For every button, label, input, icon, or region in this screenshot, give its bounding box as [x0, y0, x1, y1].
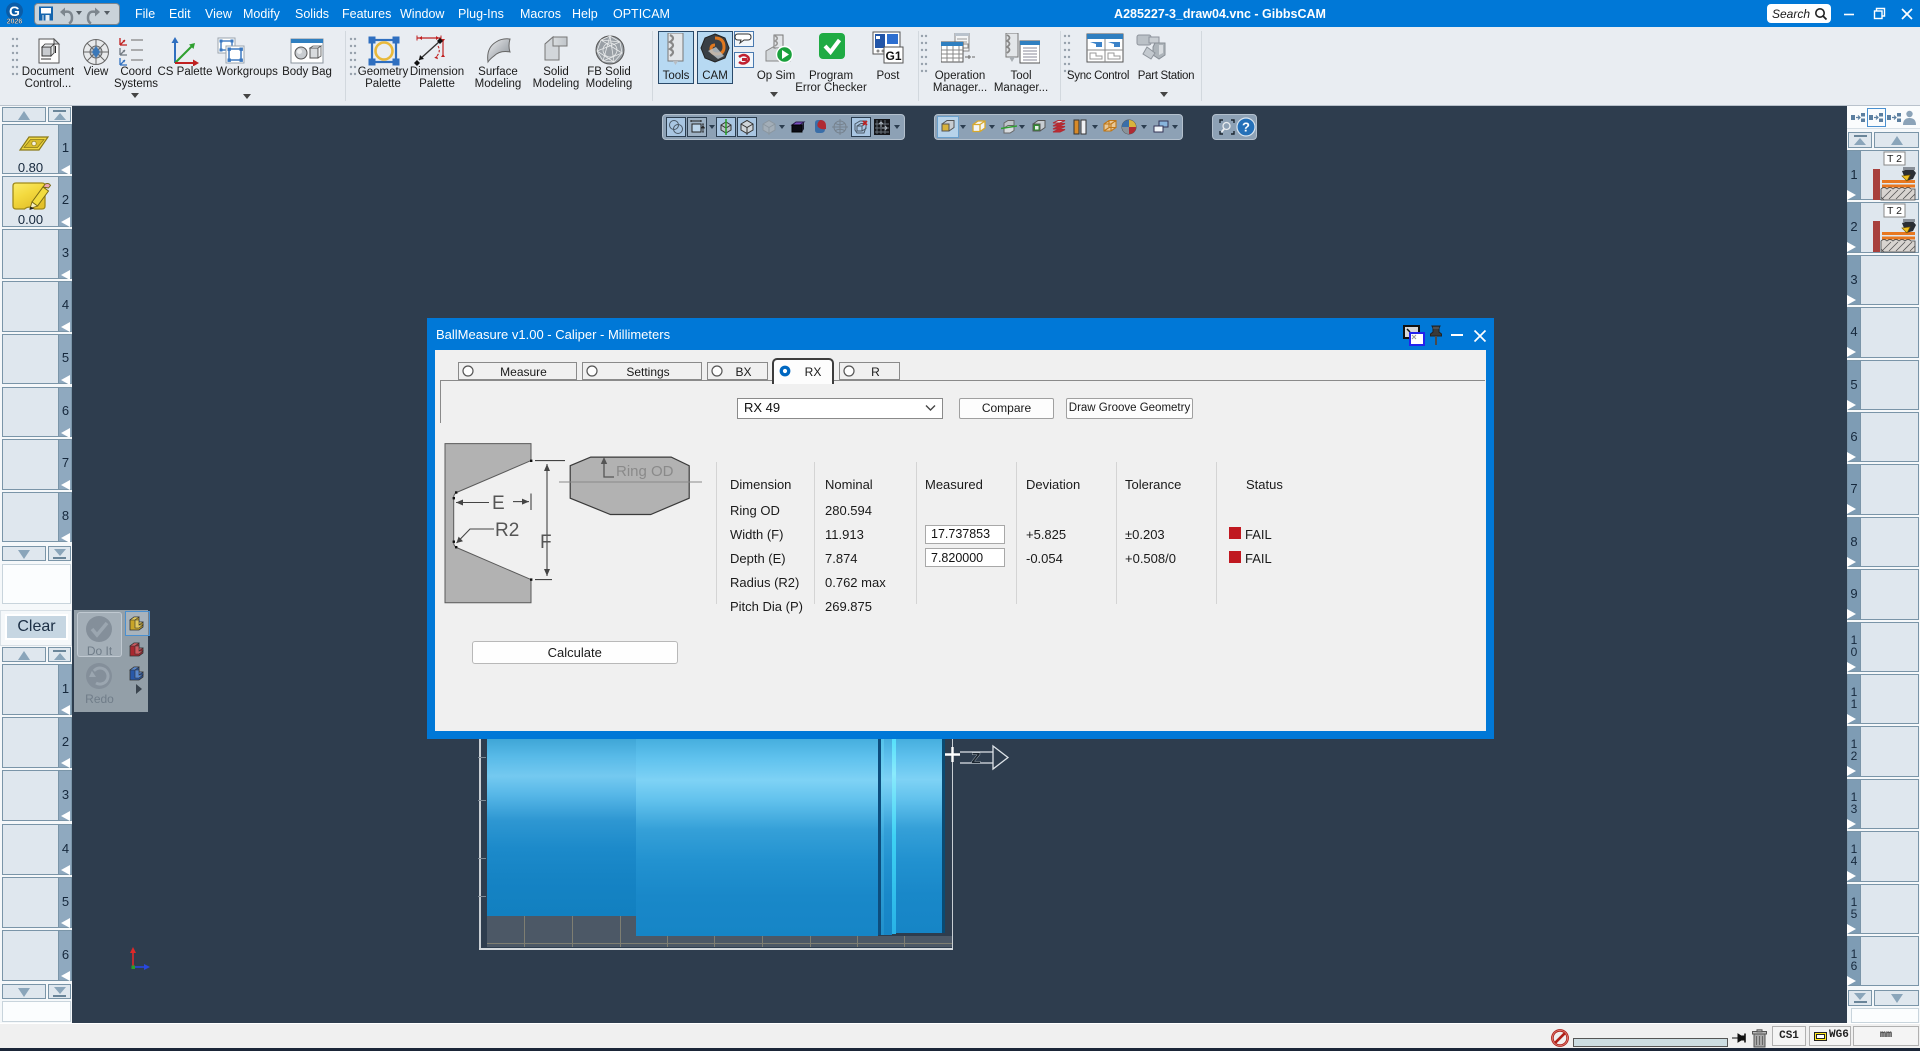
svg-text:E: E — [492, 493, 505, 514]
svg-text:Z: Z — [971, 750, 980, 767]
svg-text:G: G — [9, 3, 20, 19]
svg-text:?: ? — [1242, 120, 1250, 135]
svg-text:I: I — [54, 45, 57, 56]
svg-text:Ring OD: Ring OD — [616, 463, 674, 480]
svg-text:G1: G1 — [885, 49, 901, 63]
svg-text:T 2: T 2 — [1887, 205, 1902, 217]
svg-text:F: F — [540, 532, 552, 553]
svg-text:T 2: T 2 — [1887, 153, 1902, 165]
svg-text:2026: 2026 — [7, 19, 23, 25]
svg-text:R2: R2 — [495, 520, 519, 541]
